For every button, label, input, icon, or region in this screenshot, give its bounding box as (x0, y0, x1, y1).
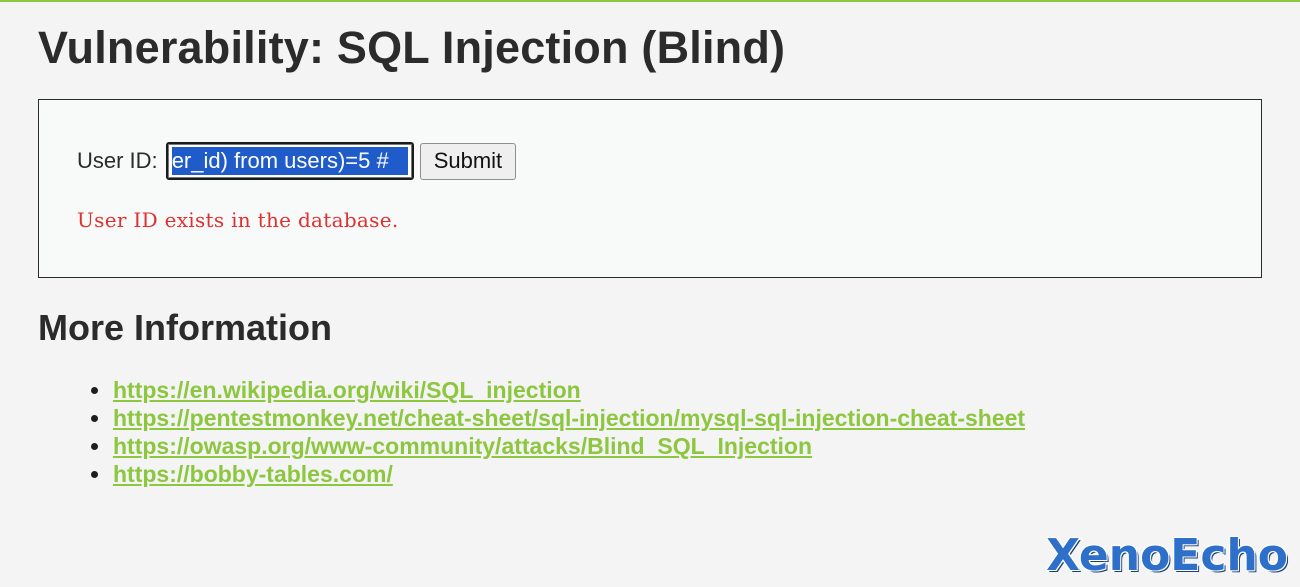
list-item: https://owasp.org/www-community/attacks/… (91, 432, 1025, 460)
vulnerability-panel: User ID: er_id) from users)=5 # Submit U… (38, 99, 1262, 278)
top-accent-line (0, 0, 1300, 2)
bobby-tables-link[interactable]: https://bobby-tables.com/ (113, 461, 393, 487)
more-information-heading: More Information (38, 307, 332, 348)
wikipedia-sql-injection-link[interactable]: https://en.wikipedia.org/wiki/SQL_inject… (113, 377, 581, 403)
page-title: Vulnerability: SQL Injection (Blind) (38, 22, 786, 73)
selected-input-text[interactable]: er_id) from users)=5 # (171, 147, 408, 175)
list-item: https://bobby-tables.com/ (91, 460, 1025, 488)
user-id-label: User ID: (77, 148, 158, 173)
pentestmonkey-cheat-sheet-link[interactable]: https://pentestmonkey.net/cheat-sheet/sq… (113, 405, 1025, 431)
user-id-form: User ID: er_id) from users)=5 # Submit (77, 142, 517, 180)
bullet-icon (91, 415, 98, 422)
reference-link-list: https://en.wikipedia.org/wiki/SQL_inject… (91, 376, 1025, 488)
xenoecho-watermark: XenoEcho (1046, 530, 1288, 581)
submit-button[interactable]: Submit (419, 142, 517, 180)
bullet-icon (91, 443, 98, 450)
owasp-blind-sql-injection-link[interactable]: https://owasp.org/www-community/attacks/… (113, 433, 812, 459)
list-item: https://en.wikipedia.org/wiki/SQL_inject… (91, 376, 1025, 404)
result-message: User ID exists in the database. (77, 208, 399, 232)
user-id-input[interactable]: er_id) from users)=5 # (165, 142, 414, 180)
bullet-icon (91, 387, 98, 394)
bullet-icon (91, 471, 98, 478)
list-item: https://pentestmonkey.net/cheat-sheet/sq… (91, 404, 1025, 432)
